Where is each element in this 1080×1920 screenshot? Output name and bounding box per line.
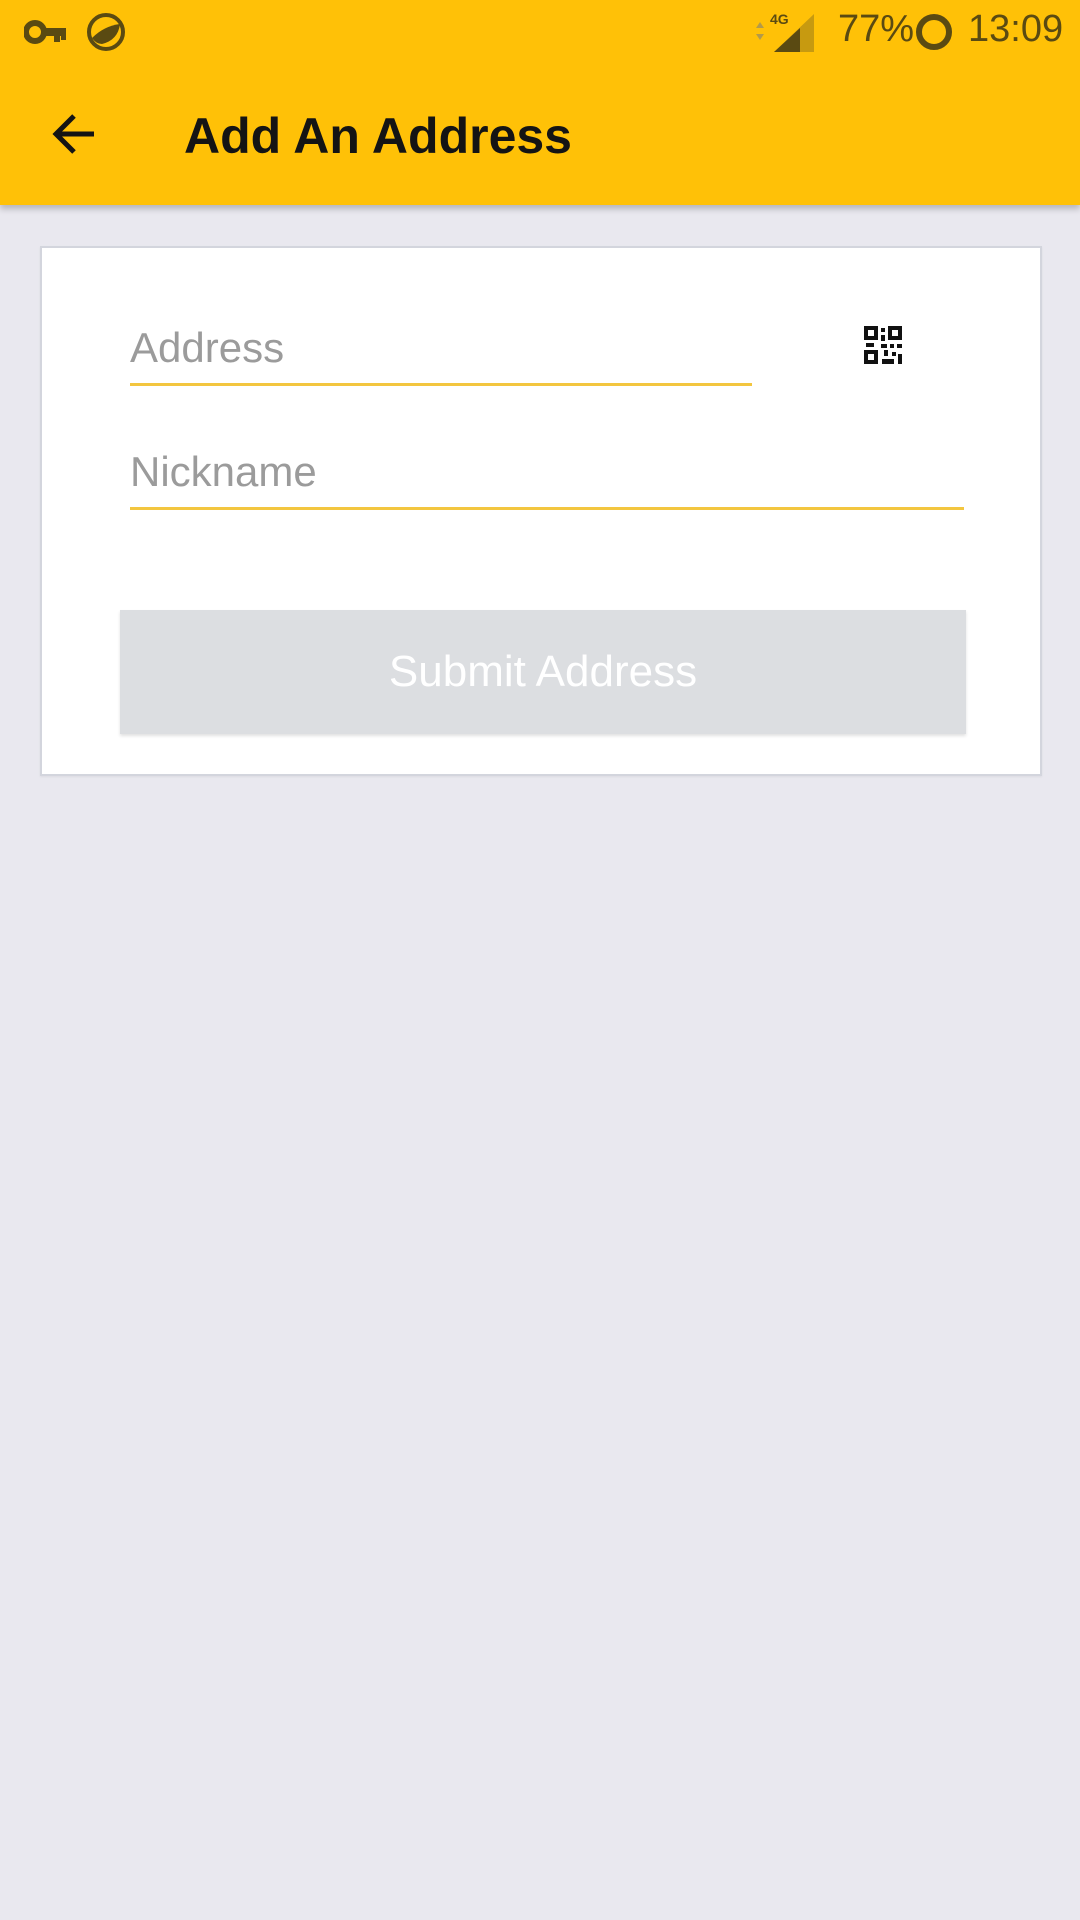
back-button[interactable] xyxy=(38,100,110,172)
clock: 13:09 xyxy=(968,8,1064,50)
status-bar: 4G 77% 13:09 xyxy=(0,0,1080,64)
address-input[interactable] xyxy=(130,316,752,380)
battery-icon xyxy=(914,12,954,52)
qr-code-icon xyxy=(864,325,902,369)
nickname-underline xyxy=(130,507,964,510)
address-underline xyxy=(130,383,752,386)
key-icon xyxy=(23,12,68,52)
leaf-app-icon xyxy=(86,12,130,52)
battery-percent: 77% xyxy=(838,8,915,50)
submit-address-button[interactable]: Submit Address xyxy=(120,610,966,734)
nickname-input[interactable] xyxy=(130,440,964,504)
scan-qr-button[interactable] xyxy=(858,322,908,372)
nickname-field xyxy=(130,440,964,510)
network-type-label: 4G xyxy=(770,11,789,27)
app-bar: 4G 77% 13:09 Add An Address xyxy=(0,0,1080,205)
address-form-card: Submit Address xyxy=(40,246,1042,776)
page-title: Add An Address xyxy=(184,108,572,164)
submit-address-label: Submit Address xyxy=(388,647,698,696)
arrow-left-icon xyxy=(48,108,100,165)
address-field xyxy=(130,316,752,386)
signal-icon: 4G xyxy=(752,10,818,54)
